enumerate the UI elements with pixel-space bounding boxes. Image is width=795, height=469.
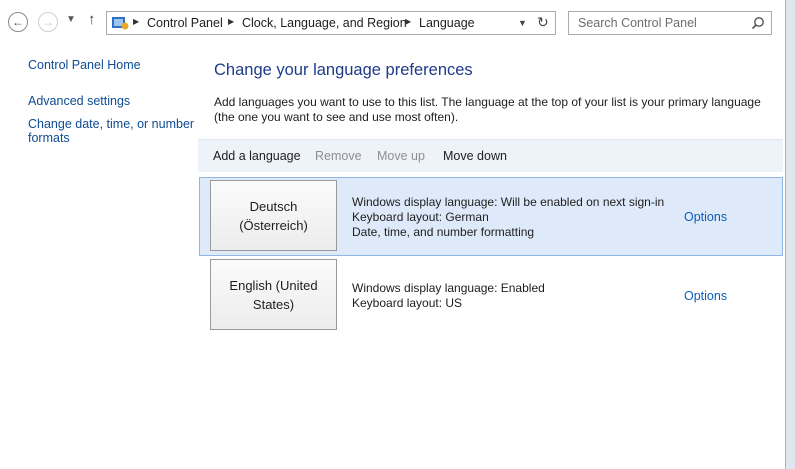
up-button[interactable]: ↑	[88, 11, 96, 28]
language-toolbar: Add a language Remove Move up Move down	[198, 139, 783, 172]
link-line-1: Change date, time, or number	[28, 117, 195, 131]
advanced-settings-link[interactable]: Advanced settings	[28, 94, 130, 108]
chevron-down-icon: ▼	[66, 14, 76, 25]
navigation-bar: ← → ▼ ↑ ▶ Control Panel ▶ Clock, Languag…	[0, 0, 785, 44]
search-icon[interactable]	[751, 16, 765, 30]
move-up-button[interactable]: Move up	[377, 149, 425, 163]
formatting-info: Date, time, and number formatting	[352, 225, 535, 239]
display-language-status: Windows display language: Enabled	[352, 281, 545, 295]
language-name: English (United States)	[229, 276, 317, 314]
breadcrumb-separator-icon: ▶	[405, 17, 412, 26]
language-name-line-1: English (United	[229, 277, 318, 293]
arrow-up-icon: ↑	[88, 11, 96, 28]
intro-text: Add languages you want to use to this li…	[214, 95, 774, 125]
window-edge	[785, 0, 795, 469]
language-tile-deutsch[interactable]: Deutsch (Österreich)	[210, 180, 337, 251]
remove-button[interactable]: Remove	[315, 149, 362, 163]
language-name-line-1: Deutsch	[249, 198, 298, 214]
add-language-button[interactable]: Add a language	[213, 149, 301, 163]
breadcrumb-clock-language-region[interactable]: Clock, Language, and Region	[242, 16, 407, 30]
search-box[interactable]	[568, 11, 772, 35]
arrow-left-icon: ←	[12, 15, 24, 29]
control-panel-home-link[interactable]: Control Panel Home	[28, 58, 141, 72]
refresh-icon[interactable]: ↻	[537, 14, 549, 31]
arrow-right-icon: →	[42, 15, 54, 29]
page-title: Change your language preferences	[214, 61, 473, 79]
control-panel-icon	[112, 17, 129, 30]
move-down-button[interactable]: Move down	[443, 149, 507, 163]
change-date-time-formats-link[interactable]: Change date, time, or number formats	[28, 117, 194, 145]
breadcrumb-control-panel[interactable]: Control Panel	[147, 16, 223, 30]
forward-button[interactable]: →	[38, 12, 58, 32]
intro-line-2: (the one you want to see and use most of…	[214, 110, 459, 124]
search-input[interactable]	[569, 12, 753, 34]
intro-line-1: Add languages you want to use to this li…	[214, 95, 761, 109]
options-link-deutsch[interactable]: Options	[684, 210, 727, 224]
recent-locations-button[interactable]: ▼	[66, 14, 76, 25]
language-name-line-2: (Österreich)	[239, 217, 308, 233]
language-tile-english[interactable]: English (United States)	[210, 259, 337, 330]
address-bar[interactable]: ▶ Control Panel ▶ Clock, Language, and R…	[106, 11, 556, 35]
link-line-2: formats	[28, 131, 70, 145]
chevron-down-icon[interactable]: ▼	[518, 18, 527, 28]
language-name: Deutsch (Österreich)	[239, 197, 308, 235]
breadcrumb-language[interactable]: Language	[419, 16, 475, 30]
breadcrumb-separator-icon: ▶	[133, 17, 140, 26]
options-link-english[interactable]: Options	[684, 289, 727, 303]
keyboard-layout: Keyboard layout: US	[352, 296, 463, 310]
language-info-english: Windows display language: Enabled Keyboa…	[352, 281, 545, 311]
keyboard-layout: Keyboard layout: German	[352, 210, 489, 224]
breadcrumb-separator-icon: ▶	[228, 17, 235, 26]
back-button[interactable]: ←	[8, 12, 28, 32]
language-name-line-2: States)	[252, 296, 295, 312]
language-info-deutsch: Windows display language: Will be enable…	[352, 195, 664, 240]
display-language-status: Windows display language: Will be enable…	[352, 195, 665, 209]
